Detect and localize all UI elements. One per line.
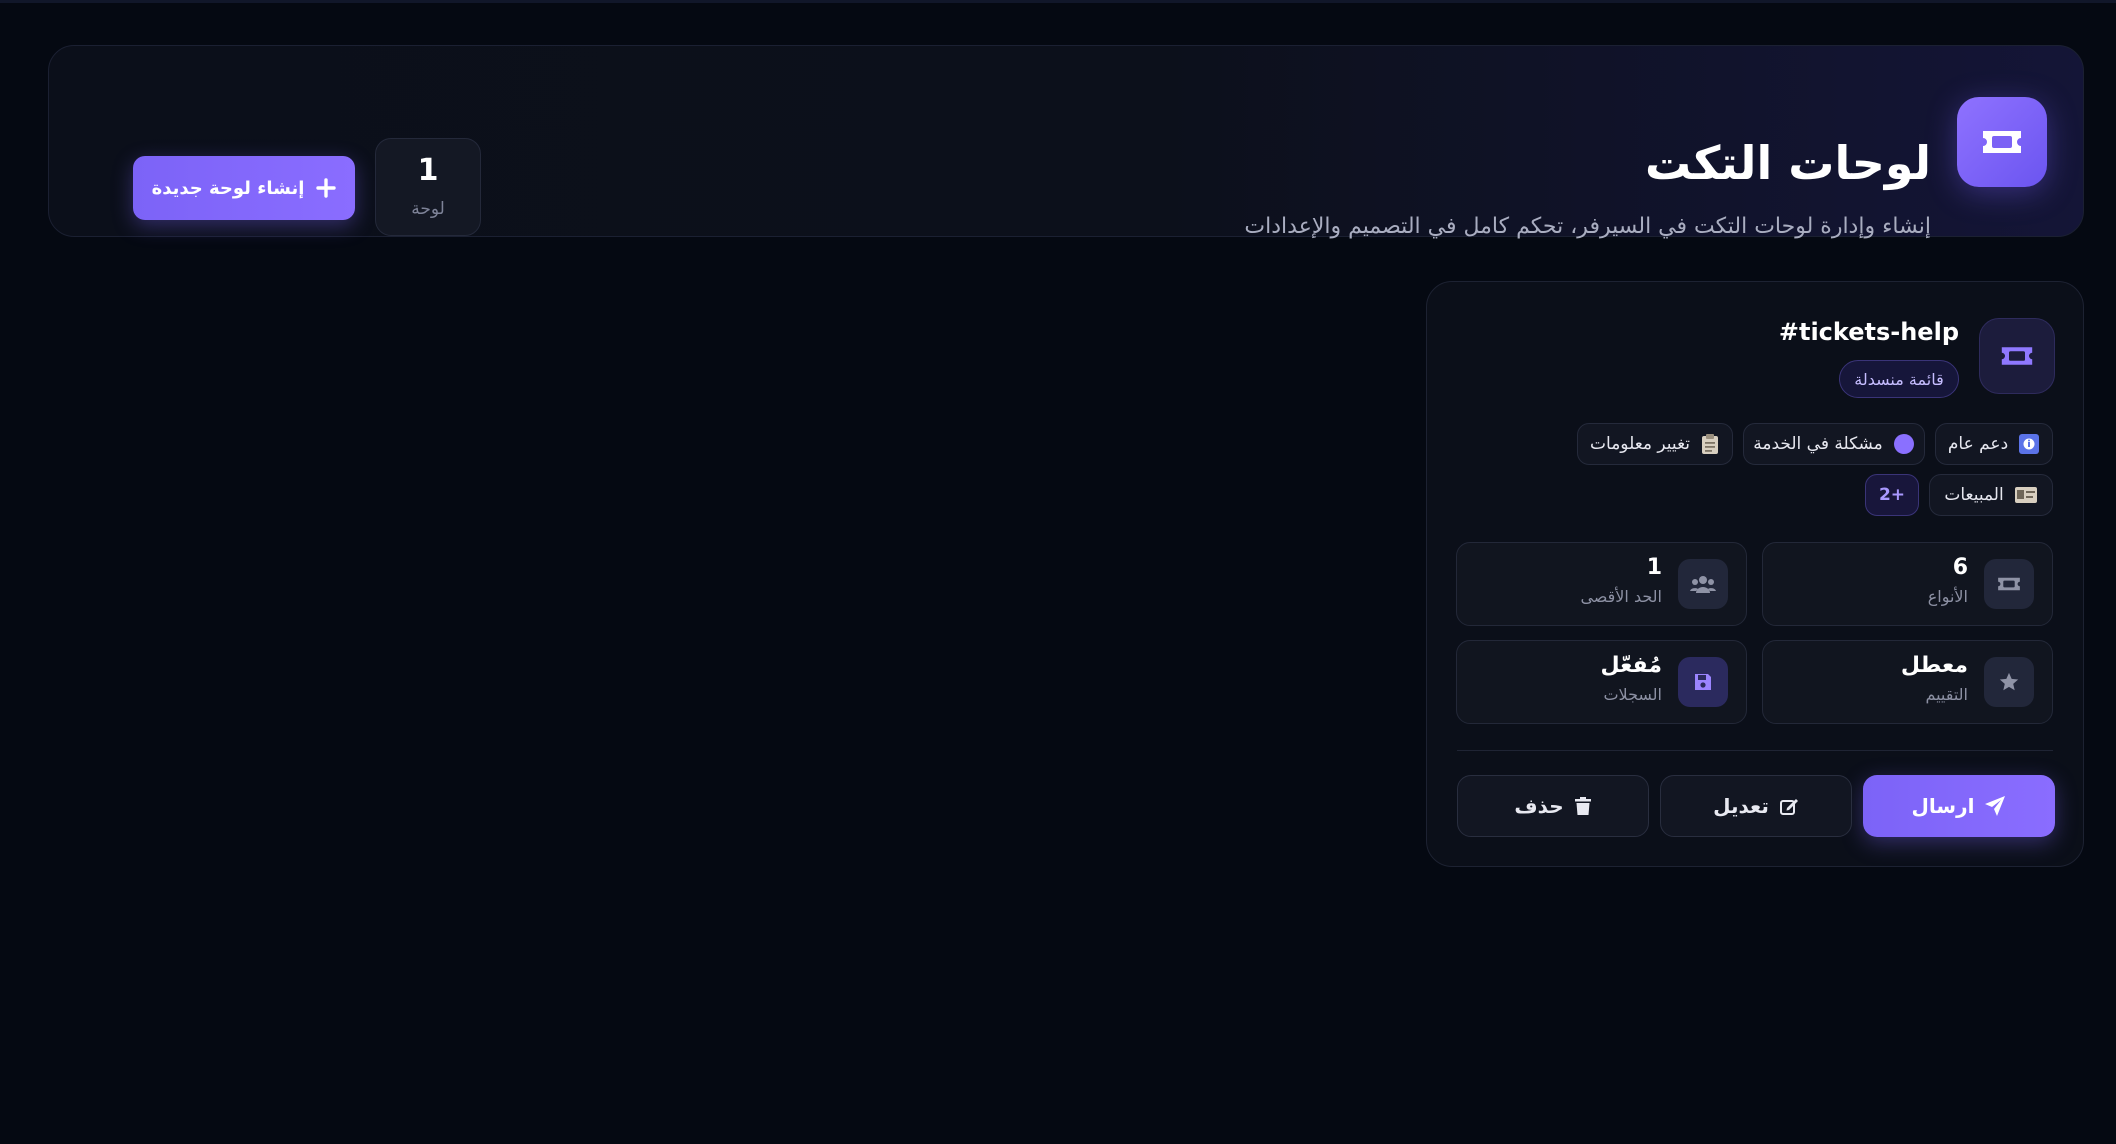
- clipboard-icon: [1702, 434, 1718, 454]
- stat-max-value: 1: [1646, 555, 1662, 580]
- trash-icon: [1574, 797, 1591, 815]
- stat-rating-label: التقييم: [1925, 685, 1968, 704]
- create-panel-label: إنشاء لوحة جديدة: [151, 177, 305, 199]
- delete-label: حذف: [1514, 794, 1564, 818]
- ticket-panel-card: #tickets-help قائمة منسدلة دعم عام مشكلة…: [1426, 281, 2084, 867]
- stat-max-label: الحد الأقصى: [1580, 587, 1662, 606]
- category-chip[interactable]: المبيعات: [1929, 474, 2053, 516]
- stat-logs-label: السجلات: [1603, 685, 1662, 704]
- category-chip[interactable]: تغيير معلومات: [1577, 423, 1733, 465]
- stat-types-value: 6: [1952, 555, 1968, 580]
- save-icon: [1678, 657, 1728, 707]
- more-categories-chip[interactable]: +2: [1865, 474, 1919, 516]
- star-icon: [1984, 657, 2034, 707]
- stat-max: 1 الحد الأقصى: [1456, 542, 1747, 626]
- panel-ticket-icon: [1979, 318, 2055, 394]
- panel-count-value: 1: [417, 153, 439, 188]
- stat-types: 6 الأنواع: [1762, 542, 2053, 626]
- page-header: لوحات التكت إنشاء وإدارة لوحات التكت في …: [48, 45, 2084, 239]
- purple-circle-icon: [1893, 434, 1914, 454]
- category-label: مشكلة في الخدمة: [1753, 434, 1883, 454]
- create-panel-button[interactable]: إنشاء لوحة جديدة: [133, 156, 355, 220]
- top-border: [0, 0, 2116, 3]
- send-label: ارسال: [1911, 794, 1975, 818]
- stat-logs-value: مُفعّل: [1600, 653, 1662, 678]
- paper-plane-icon: [1985, 796, 2006, 816]
- stat-rating-value: معطل: [1900, 653, 1968, 678]
- delete-button[interactable]: حذف: [1457, 775, 1649, 837]
- ticket-icon: [1984, 559, 2034, 609]
- category-label: تغيير معلومات: [1590, 434, 1690, 454]
- page-subtitle: إنشاء وإدارة لوحات التكت في السيرفر، تحك…: [1244, 214, 1931, 239]
- stat-types-label: الأنواع: [1927, 587, 1968, 606]
- stat-logs: مُفعّل السجلات: [1456, 640, 1747, 724]
- page-title: لوحات التكت: [1644, 136, 1931, 190]
- panel-count: 1 لوحة: [375, 138, 481, 236]
- more-count: +2: [1878, 485, 1906, 505]
- category-chip[interactable]: مشكلة في الخدمة: [1743, 423, 1925, 465]
- panel-mode-badge: قائمة منسدلة: [1839, 360, 1959, 398]
- plus-icon: [316, 178, 337, 198]
- panel-channel: #tickets-help: [1778, 318, 1959, 346]
- category-chip[interactable]: دعم عام: [1935, 423, 2053, 465]
- users-icon: [1678, 559, 1728, 609]
- edit-icon: [1779, 799, 1798, 815]
- stat-rating: معطل التقييم: [1762, 640, 2053, 724]
- category-label: المبيعات: [1944, 485, 2004, 505]
- ticket-icon: [1957, 97, 2047, 187]
- info-icon: [2019, 434, 2040, 454]
- send-button[interactable]: ارسال: [1863, 775, 2055, 837]
- panel-count-label: لوحة: [411, 199, 445, 219]
- card-divider: [1457, 750, 2053, 751]
- category-label: دعم عام: [1947, 434, 2009, 454]
- id-card-icon: [2014, 487, 2037, 503]
- edit-button[interactable]: تعديل: [1660, 775, 1852, 837]
- edit-label: تعديل: [1713, 794, 1769, 818]
